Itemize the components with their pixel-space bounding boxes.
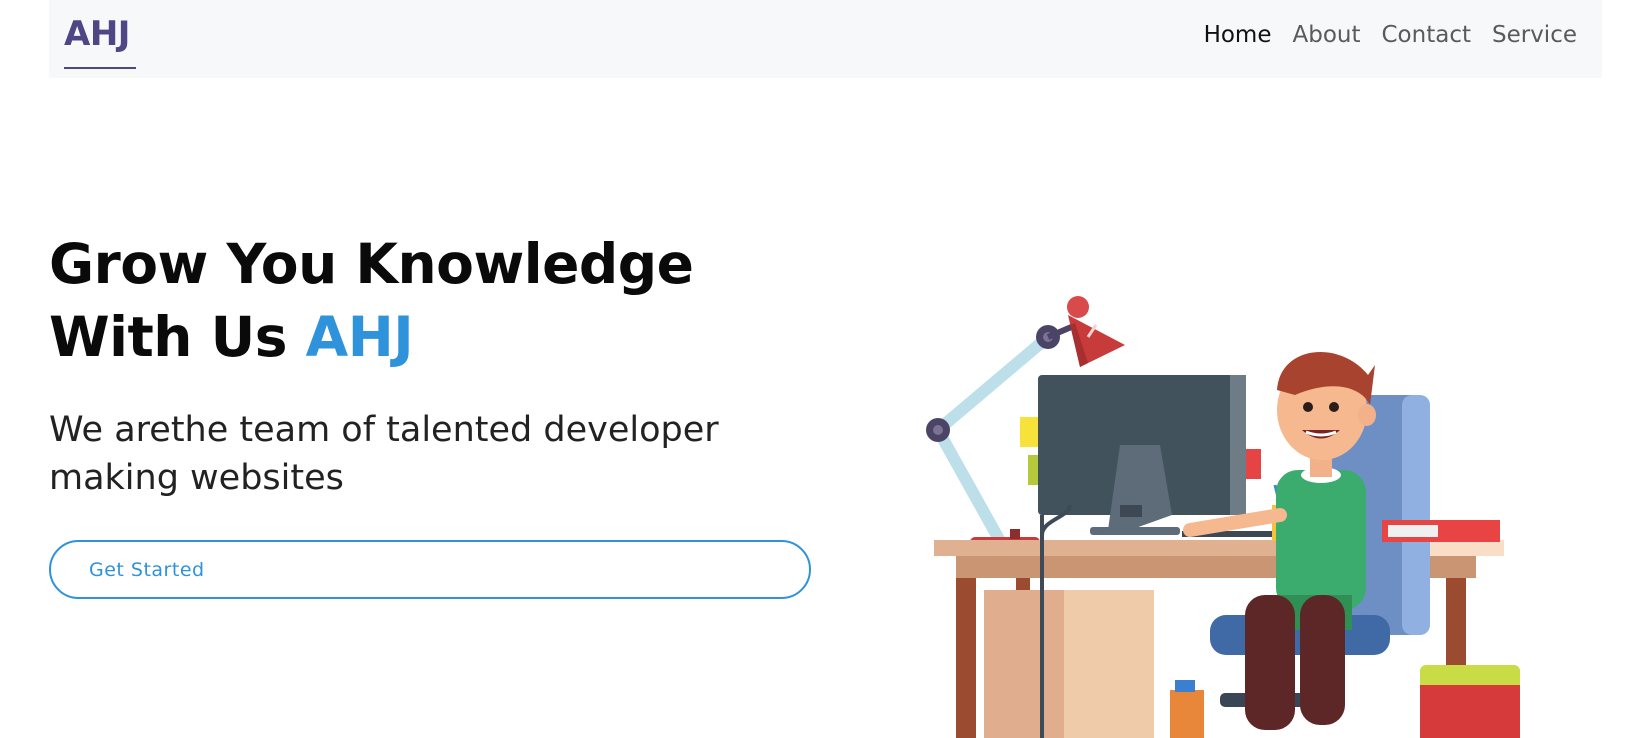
hero-title: Grow You Knowledge With Us AHJ (49, 228, 849, 374)
nav-link-about[interactable]: About (1292, 19, 1360, 51)
developer-desk-illustration (926, 296, 1520, 738)
nav-link-service[interactable]: Service (1492, 19, 1577, 51)
brand-underline (64, 67, 136, 69)
brand-logo[interactable]: AHJ (64, 14, 130, 54)
hero-title-accent: AHJ (305, 305, 414, 369)
nav-links: Home About Contact Service (1204, 19, 1577, 51)
hero-subtitle: We arethe team of talented developer mak… (49, 410, 719, 498)
nav-link-contact[interactable]: Contact (1382, 19, 1471, 51)
get-started-button[interactable]: Get Started (49, 540, 811, 599)
navbar: AHJ Home About Contact Service (49, 0, 1602, 78)
nav-link-home[interactable]: Home (1204, 19, 1272, 51)
